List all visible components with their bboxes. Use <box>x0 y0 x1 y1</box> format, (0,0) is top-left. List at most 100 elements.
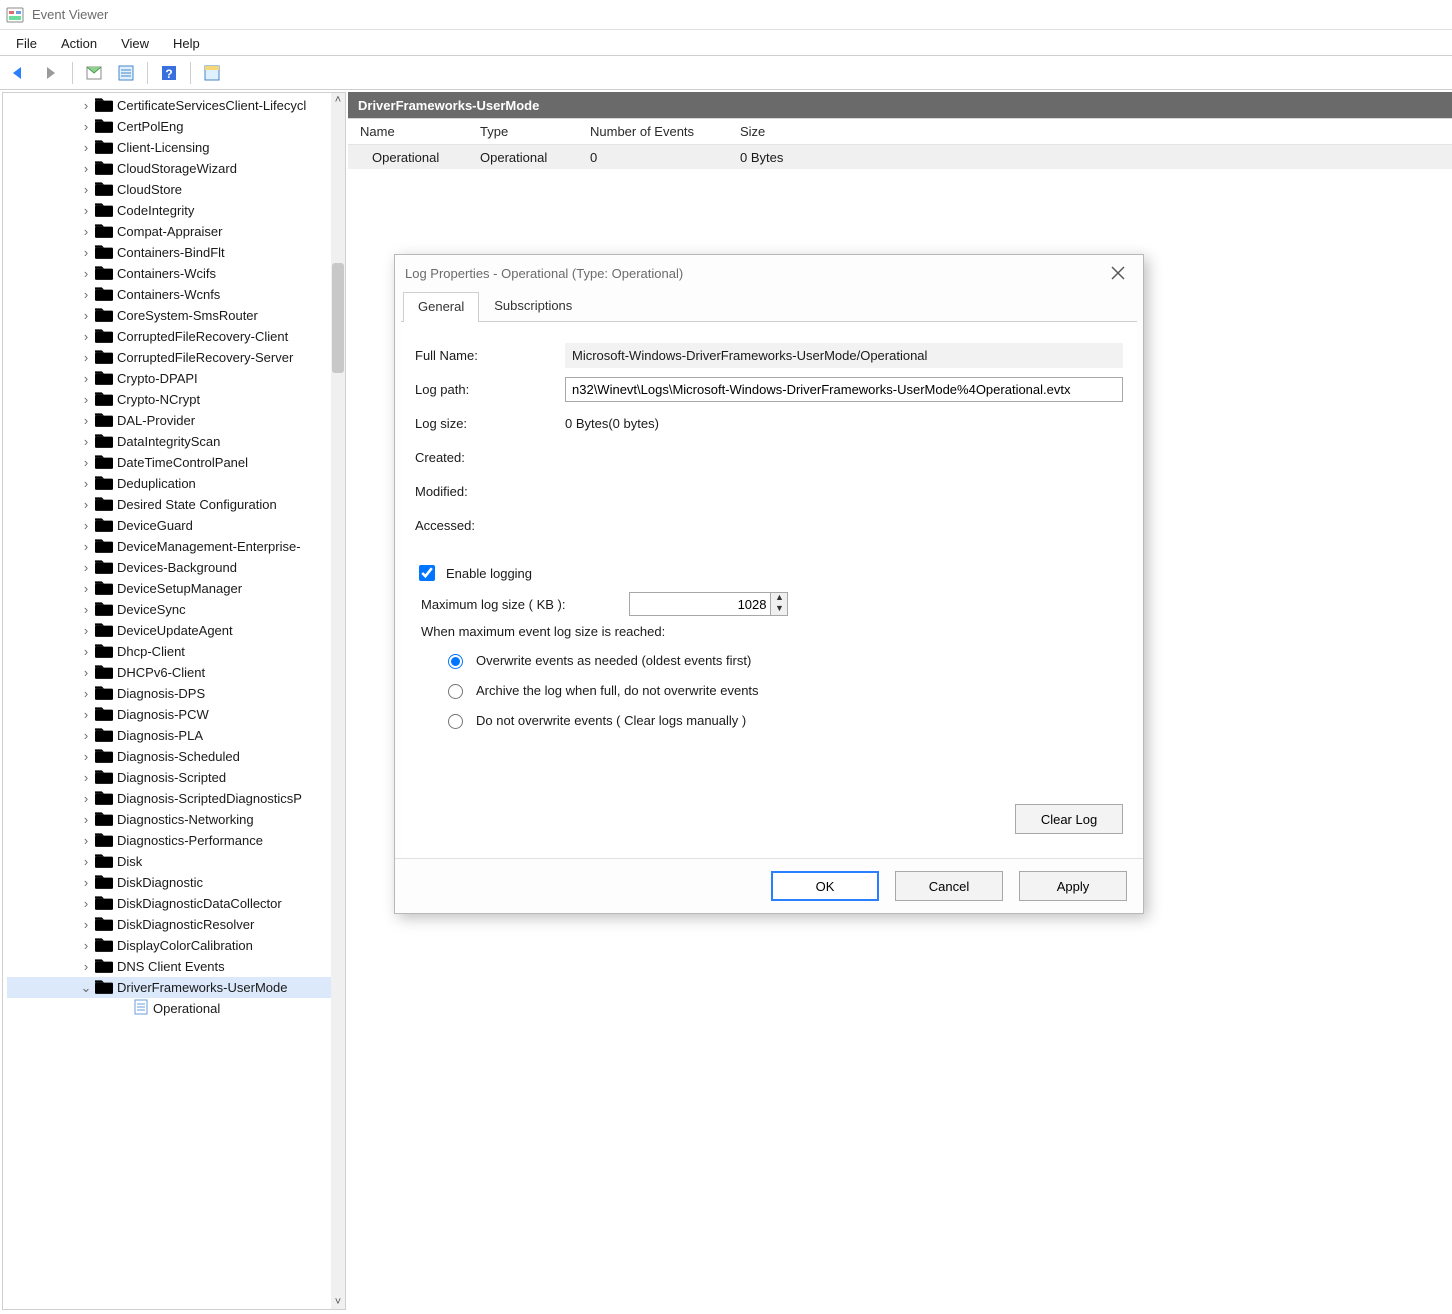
tree-item[interactable]: ›DeviceSync <box>7 599 331 620</box>
chevron-right-icon[interactable]: › <box>79 204 93 217</box>
tree-item[interactable]: ›Diagnosis-PCW <box>7 704 331 725</box>
dialog-titlebar[interactable]: Log Properties - Operational (Type: Oper… <box>395 255 1143 291</box>
chevron-right-icon[interactable]: › <box>79 603 93 616</box>
chevron-right-icon[interactable]: › <box>79 876 93 889</box>
chevron-right-icon[interactable]: › <box>79 267 93 280</box>
tree-item[interactable]: ›CertPolEng <box>7 116 331 137</box>
tree-item[interactable]: ›Devices-Background <box>7 557 331 578</box>
chevron-right-icon[interactable]: › <box>79 771 93 784</box>
chevron-down-icon[interactable]: ⌄ <box>79 981 93 994</box>
tree-item[interactable]: ›Compat-Appraiser <box>7 221 331 242</box>
chevron-right-icon[interactable]: › <box>79 456 93 469</box>
chevron-right-icon[interactable]: › <box>79 834 93 847</box>
tree-item[interactable]: ›DisplayColorCalibration <box>7 935 331 956</box>
tree-item[interactable]: ›Diagnosis-Scripted <box>7 767 331 788</box>
chevron-right-icon[interactable]: › <box>79 708 93 721</box>
tree-item[interactable]: ›DiskDiagnostic <box>7 872 331 893</box>
chevron-right-icon[interactable]: › <box>79 750 93 763</box>
chevron-right-icon[interactable]: › <box>79 330 93 343</box>
show-pane-button[interactable] <box>199 60 225 86</box>
cancel-button[interactable]: Cancel <box>895 871 1003 901</box>
chevron-right-icon[interactable]: › <box>79 918 93 931</box>
column-size[interactable]: Size <box>740 124 1452 139</box>
tree-item[interactable]: ›Diagnosis-ScriptedDiagnosticsP <box>7 788 331 809</box>
menu-help[interactable]: Help <box>163 34 210 53</box>
radio-row-none[interactable]: Do not overwrite events ( Clear logs man… <box>443 705 1123 735</box>
chevron-right-icon[interactable]: › <box>79 624 93 637</box>
tree-item[interactable]: ›Desired State Configuration <box>7 494 331 515</box>
tree-item[interactable]: ›CorruptedFileRecovery-Client <box>7 326 331 347</box>
chevron-right-icon[interactable]: › <box>79 309 93 322</box>
radio-row-overwrite[interactable]: Overwrite events as needed (oldest event… <box>443 645 1123 675</box>
chevron-right-icon[interactable]: › <box>79 792 93 805</box>
tree-item[interactable]: ›DeviceGuard <box>7 515 331 536</box>
tree-item[interactable]: ›DeviceSetupManager <box>7 578 331 599</box>
tree-item[interactable]: ⌄DriverFrameworks-UserMode <box>7 977 331 998</box>
tree-item[interactable]: ›Dhcp-Client <box>7 641 331 662</box>
tree-item[interactable]: ›DHCPv6-Client <box>7 662 331 683</box>
chevron-right-icon[interactable]: › <box>79 561 93 574</box>
scroll-thumb[interactable] <box>332 263 344 373</box>
enable-logging-checkbox[interactable] <box>419 565 435 581</box>
tree-item[interactable]: ›DeviceManagement-Enterprise- <box>7 536 331 557</box>
tree-item[interactable]: ›DeviceUpdateAgent <box>7 620 331 641</box>
radio-archive[interactable] <box>448 684 463 699</box>
chevron-right-icon[interactable]: › <box>79 162 93 175</box>
tree-item[interactable]: ›CorruptedFileRecovery-Server <box>7 347 331 368</box>
help-button[interactable]: ? <box>156 60 182 86</box>
tree-scrollbar[interactable]: ˄ ˅ <box>331 93 345 1309</box>
tree-item[interactable]: ›Diagnosis-DPS <box>7 683 331 704</box>
chevron-right-icon[interactable]: › <box>79 225 93 238</box>
tree-item[interactable]: ›Containers-BindFlt <box>7 242 331 263</box>
properties-button[interactable] <box>113 60 139 86</box>
tree-item[interactable]: ›Diagnostics-Networking <box>7 809 331 830</box>
nav-back-button[interactable] <box>6 60 32 86</box>
chevron-right-icon[interactable]: › <box>79 246 93 259</box>
tree-item[interactable]: ›Disk <box>7 851 331 872</box>
chevron-right-icon[interactable]: › <box>79 477 93 490</box>
tree-item[interactable]: ›CoreSystem-SmsRouter <box>7 305 331 326</box>
chevron-right-icon[interactable]: › <box>79 498 93 511</box>
tree-item[interactable]: ›Crypto-NCrypt <box>7 389 331 410</box>
tree-item[interactable]: ›Containers-Wcifs <box>7 263 331 284</box>
menu-file[interactable]: File <box>6 34 47 53</box>
chevron-right-icon[interactable]: › <box>79 687 93 700</box>
tree-item[interactable]: ›DAL-Provider <box>7 410 331 431</box>
tree-item[interactable]: ›CertificateServicesClient-Lifecycl <box>7 95 331 116</box>
chevron-right-icon[interactable]: › <box>79 897 93 910</box>
nav-forward-button[interactable] <box>38 60 64 86</box>
chevron-right-icon[interactable]: › <box>79 120 93 133</box>
clear-log-button[interactable]: Clear Log <box>1015 804 1123 834</box>
tree-item[interactable]: ›Diagnosis-PLA <box>7 725 331 746</box>
radio-none[interactable] <box>448 714 463 729</box>
tree-item[interactable]: ›Diagnostics-Performance <box>7 830 331 851</box>
enable-logging-row[interactable]: Enable logging <box>415 562 1123 584</box>
tree-item[interactable]: ›Diagnosis-Scheduled <box>7 746 331 767</box>
tree-item[interactable]: ›Crypto-DPAPI <box>7 368 331 389</box>
ok-button[interactable]: OK <box>771 871 879 901</box>
scroll-down-icon[interactable]: ˅ <box>331 1295 345 1309</box>
input-log-path[interactable] <box>565 377 1123 402</box>
chevron-right-icon[interactable]: › <box>79 519 93 532</box>
tree-item[interactable]: ›DiskDiagnosticDataCollector <box>7 893 331 914</box>
action-pane-toggle-button[interactable] <box>81 60 107 86</box>
tree-item[interactable]: ›Client-Licensing <box>7 137 331 158</box>
menu-view[interactable]: View <box>111 34 159 53</box>
scroll-up-icon[interactable]: ˄ <box>331 93 345 107</box>
spinner-down-icon[interactable]: ▼ <box>771 604 787 615</box>
chevron-right-icon[interactable]: › <box>79 183 93 196</box>
chevron-right-icon[interactable]: › <box>79 435 93 448</box>
table-row[interactable]: Operational Operational 0 0 Bytes <box>348 145 1452 169</box>
chevron-right-icon[interactable]: › <box>79 939 93 952</box>
tree-item[interactable]: ›CodeIntegrity <box>7 200 331 221</box>
menu-action[interactable]: Action <box>51 34 107 53</box>
chevron-right-icon[interactable]: › <box>79 540 93 553</box>
radio-row-archive[interactable]: Archive the log when full, do not overwr… <box>443 675 1123 705</box>
tree-item[interactable]: ›DataIntegrityScan <box>7 431 331 452</box>
chevron-right-icon[interactable]: › <box>79 393 93 406</box>
chevron-right-icon[interactable]: › <box>79 288 93 301</box>
radio-overwrite[interactable] <box>448 654 463 669</box>
tab-subscriptions[interactable]: Subscriptions <box>479 291 587 321</box>
chevron-right-icon[interactable]: › <box>79 855 93 868</box>
tree-item[interactable]: ›Containers-Wcnfs <box>7 284 331 305</box>
